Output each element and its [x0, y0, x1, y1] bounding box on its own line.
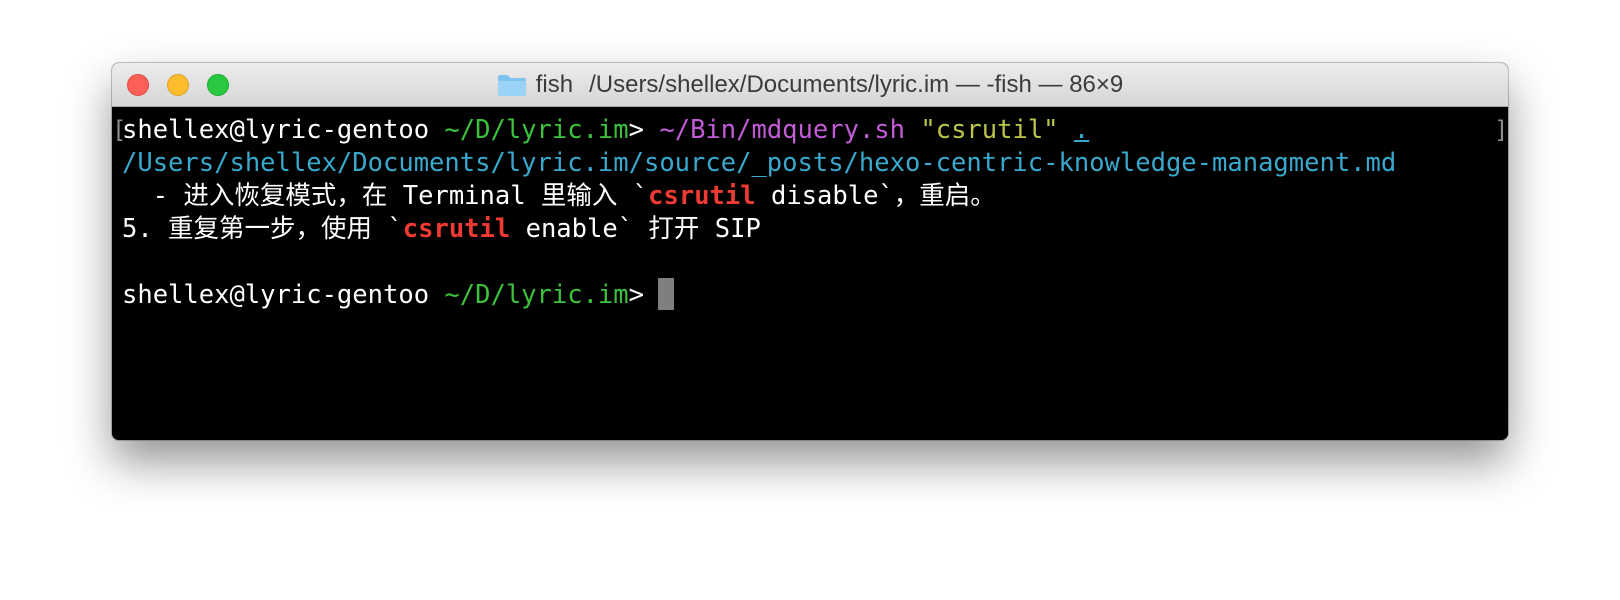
title-path: /Users/shellex/Documents/lyric.im — -fis…	[589, 71, 1124, 98]
line-marker-right: ]	[1494, 116, 1508, 144]
terminal-window: fish /Users/shellex/Documents/lyric.im —…	[112, 63, 1508, 440]
title-bar[interactable]: fish /Users/shellex/Documents/lyric.im —…	[112, 63, 1508, 107]
result-text-after: disable`，重启。	[755, 181, 996, 211]
result-text-after: enable` 打开 SIP	[510, 214, 761, 244]
result-match: csrutil	[648, 181, 756, 211]
prompt-symbol: >	[628, 115, 644, 145]
command-name: ~/Bin/mdquery.sh	[659, 115, 905, 145]
prompt-user-host: shellex@lyric-gentoo	[122, 280, 430, 310]
prompt-cwd: ~/D/lyric.im	[444, 115, 629, 145]
folder-icon	[497, 75, 526, 96]
result-line: - 进入恢复模式，在 Terminal 里输入 `csrutil disable…	[122, 179, 996, 213]
text-cursor[interactable]	[658, 278, 674, 310]
command-line: shellex@lyric-gentoo ~/D/lyric.im> ~/Bin…	[122, 113, 1089, 147]
result-path[interactable]: /Users/shellex/Documents/lyric.im/source…	[122, 146, 1396, 180]
title-app-name: fish	[535, 71, 574, 98]
prompt-line: shellex@lyric-gentoo ~/D/lyric.im>	[122, 278, 674, 312]
command-argument: "csrutil"	[920, 115, 1059, 145]
prompt-cwd: ~/D/lyric.im	[444, 280, 629, 310]
command-path-argument: .	[1073, 115, 1090, 145]
result-text-before: - 进入恢复模式，在 Terminal 里输入 `	[122, 181, 649, 211]
prompt-symbol: >	[628, 280, 644, 310]
result-text-before: 5. 重复第一步，使用 `	[122, 214, 403, 244]
result-match: csrutil	[402, 214, 511, 244]
result-line: 5. 重复第一步，使用 `csrutil enable` 打开 SIP	[122, 212, 761, 246]
window-title: fish /Users/shellex/Documents/lyric.im —…	[112, 63, 1508, 107]
terminal-content[interactable]: [ ] shellex@lyric-gentoo ~/D/lyric.im> ~…	[112, 107, 1508, 440]
prompt-user-host: shellex@lyric-gentoo	[122, 115, 430, 145]
